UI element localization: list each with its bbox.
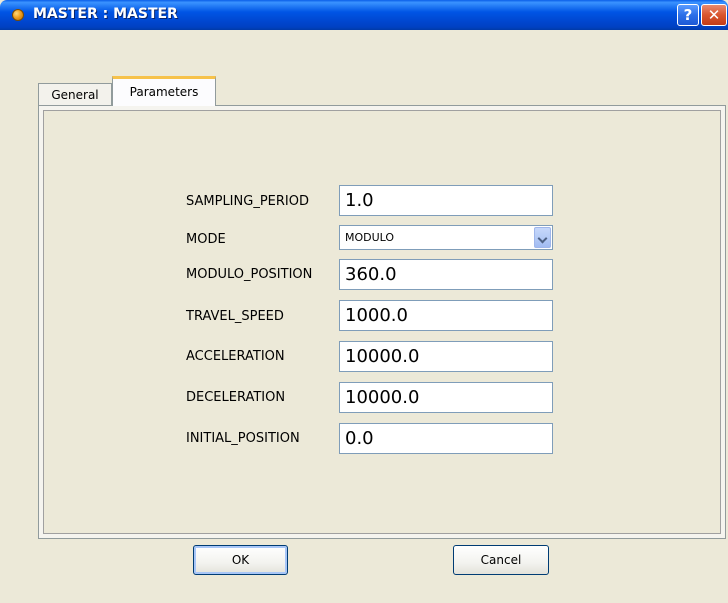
title-bar[interactable]: MASTER : MASTER ? ✕ — [0, 0, 728, 30]
cancel-button[interactable]: Cancel — [453, 545, 549, 575]
initial-position-label: INITIAL_POSITION — [186, 431, 300, 446]
help-icon: ? — [683, 6, 693, 24]
close-button[interactable]: ✕ — [701, 4, 727, 26]
tab-parameters[interactable]: Parameters — [112, 76, 216, 106]
mode-select[interactable]: MODULO — [339, 225, 553, 250]
tab-general[interactable]: General — [38, 83, 112, 105]
modulo-position-input[interactable]: 360.0 — [339, 259, 553, 290]
acceleration-input[interactable]: 10000.0 — [339, 341, 553, 372]
chevron-down-icon[interactable] — [534, 227, 551, 248]
sampling-period-label: SAMPLING_PERIOD — [186, 194, 309, 209]
modulo-position-label: MODULO_POSITION — [186, 267, 313, 282]
sampling-period-input[interactable]: 1.0 — [339, 185, 553, 216]
window-title: MASTER : MASTER — [33, 6, 178, 22]
travel-speed-input[interactable]: 1000.0 — [339, 300, 553, 331]
mode-select-value: MODULO — [345, 231, 395, 244]
master-dialog: MASTER : MASTER ? ✕ General Parameters S… — [0, 0, 728, 603]
deceleration-input[interactable]: 10000.0 — [339, 382, 553, 413]
initial-position-input[interactable]: 0.0 — [339, 423, 553, 454]
acceleration-label: ACCELERATION — [186, 349, 285, 364]
travel-speed-label: TRAVEL_SPEED — [186, 309, 284, 324]
help-button[interactable]: ? — [677, 4, 699, 26]
deceleration-label: DECELERATION — [186, 390, 286, 405]
ok-button[interactable]: OK — [193, 545, 288, 575]
close-icon: ✕ — [707, 6, 721, 24]
app-icon — [12, 9, 24, 21]
mode-label: MODE — [186, 232, 226, 247]
